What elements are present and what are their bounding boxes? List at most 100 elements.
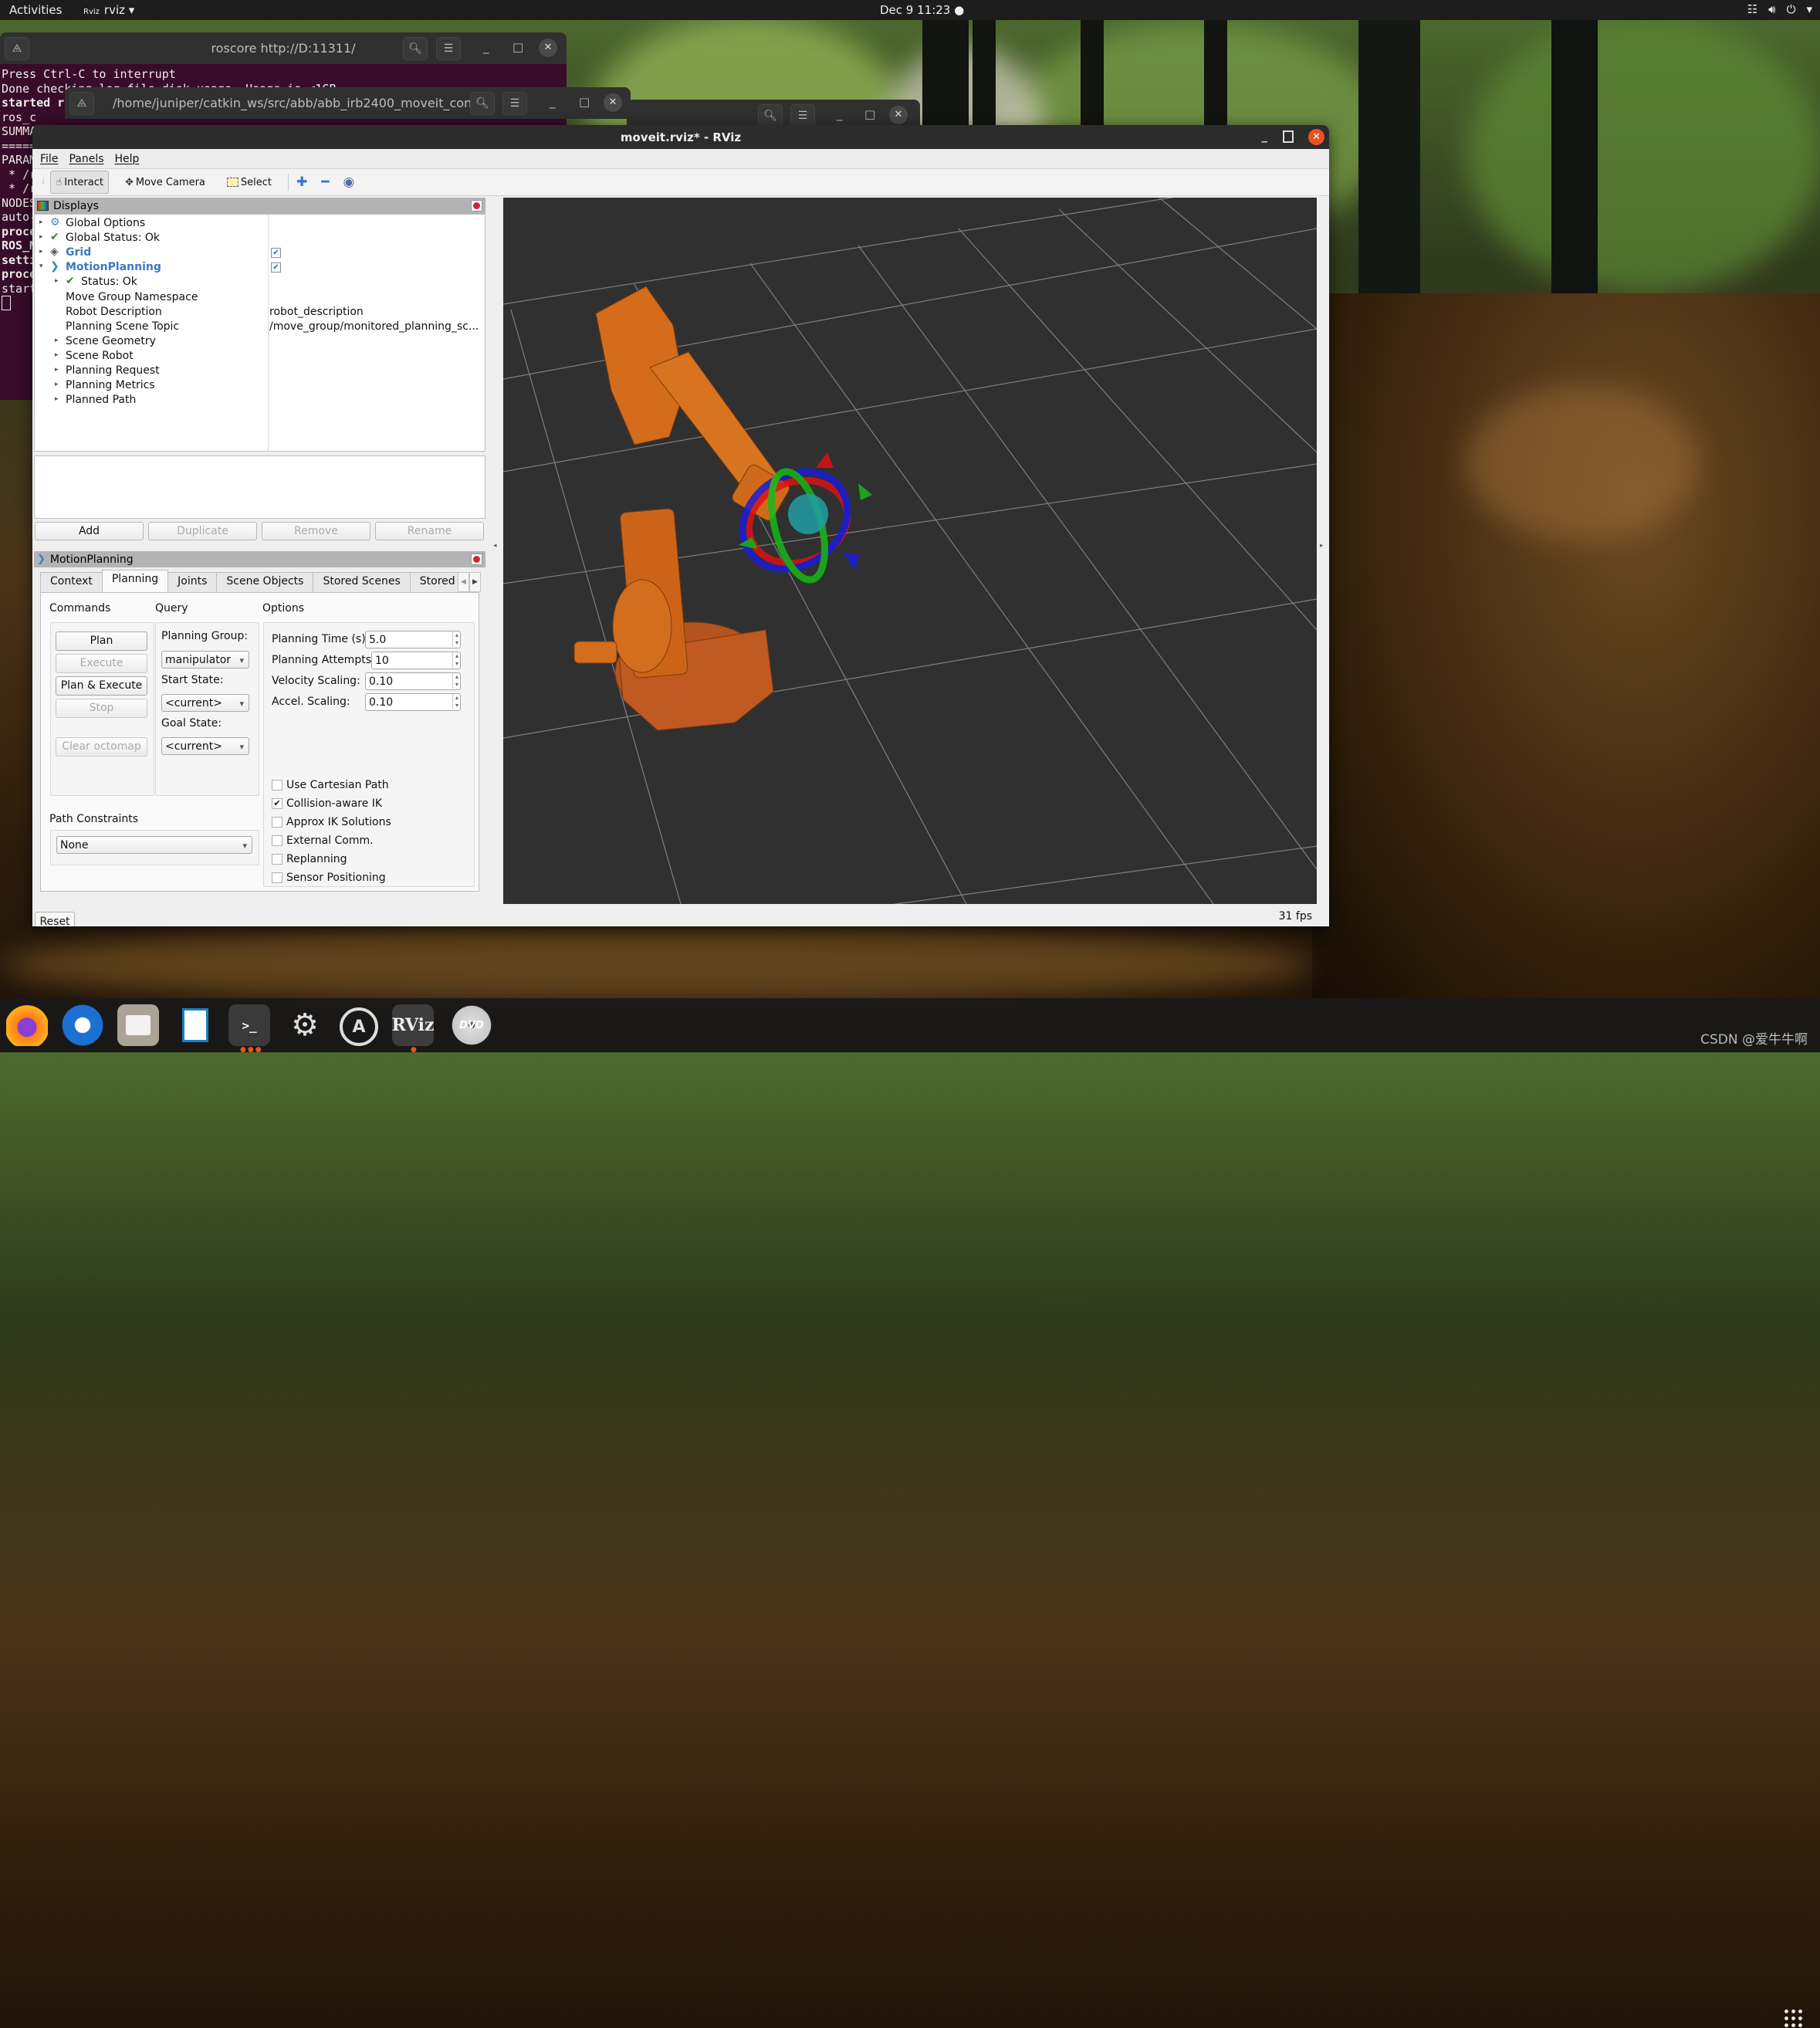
plan-button[interactable]: Plan [56,631,147,651]
use-cartesian-path-checkbox[interactable]: Use Cartesian Path [272,778,389,792]
terminal-titlebar[interactable]: ⨹ /home/juniper/catkin_ws/src/abb/abb_ir… [65,87,631,119]
display-value[interactable]: /move_group/monitored_planning_sc... [269,320,479,333]
show-applications-icon[interactable] [1783,2008,1803,2028]
display-row-grid[interactable]: ▸ ◈ Grid ✔ [35,245,485,260]
display-row-scene-robot[interactable]: ▸ Scene Robot [35,349,485,364]
network-icon[interactable]: ☷ [1747,2,1757,16]
tab-planning[interactable]: Planning [101,570,169,592]
close-icon[interactable]: ✕ [1308,129,1324,145]
files-icon[interactable] [117,1004,159,1046]
sensor-positioning-checkbox[interactable]: Sensor Positioning [272,871,386,885]
minimize-icon[interactable]: _ [1262,129,1268,143]
volume-icon[interactable]: 🔊︎ [1768,2,1775,16]
new-tab-icon[interactable]: ⨹ [69,92,94,115]
3d-viewport[interactable] [503,198,1317,904]
add-tool-icon[interactable]: ✚ [296,174,307,190]
tool-interact[interactable]: ☝ Interact [50,171,109,194]
focus-camera-icon[interactable]: ◉ [343,174,355,190]
menu-help[interactable]: Help [115,153,140,165]
accel-scaling-input[interactable]: 0.10 [365,693,461,711]
maximize-icon[interactable] [1283,130,1294,143]
add-button[interactable]: Add [35,522,144,540]
checkbox-box[interactable] [272,854,282,865]
remove-button[interactable]: Remove [262,522,370,540]
display-value[interactable]: robot_description [269,306,364,318]
displays-tree[interactable]: ▸ ⚙ Global Options ▸ ✔ Global Status: Ok ▸ ◈ Gri… [34,214,485,452]
planning-group-select[interactable]: manipulator [161,651,249,669]
checkbox-box[interactable] [272,817,282,828]
motionplanning-panel-header[interactable]: ❯ MotionPlanning [34,551,485,567]
clock[interactable]: Dec 9 11:23 ● [880,3,964,17]
display-row-move-group-namespace[interactable]: Move Group Namespace [35,290,485,305]
start-state-select[interactable]: <current> [161,694,249,713]
checkbox-box[interactable] [272,780,282,791]
display-row-planned-path[interactable]: ▸ Planned Path [35,393,485,408]
expand-arrow-icon[interactable]: ▸ [39,218,43,226]
close-panel-icon[interactable] [471,200,482,212]
dvd-icon[interactable]: DVD [451,1004,492,1046]
execute-button[interactable]: Execute [56,654,147,673]
tab-context[interactable]: Context [40,572,103,592]
display-enabled-checkbox[interactable]: ✔ [271,248,281,259]
search-icon[interactable]: 🔍︎ [403,37,428,60]
minimize-icon[interactable]: _ [483,40,489,54]
stop-button[interactable]: Stop [56,699,147,718]
expand-arrow-icon[interactable]: ▸ [55,277,59,285]
thunderbird-icon[interactable] [62,1004,103,1046]
planning-attempts-input[interactable]: 10 [371,652,461,669]
hamburger-menu-icon[interactable]: ☰ [502,92,527,115]
app-menu[interactable]: Rviz rviz ▾ [83,3,134,17]
reset-button[interactable]: Reset [35,912,75,926]
approx-ik-checkbox[interactable]: Approx IK Solutions [272,815,391,829]
expand-arrow-icon[interactable]: ▸ [39,233,43,241]
expand-arrow-icon[interactable]: ▸ [55,337,59,344]
tab-scroll-right-icon[interactable]: ▶ [469,572,481,592]
checkbox-box[interactable] [272,872,282,883]
close-icon[interactable]: ✕ [539,39,557,57]
checkbox-box[interactable] [272,835,282,846]
terminal-titlebar[interactable]: ⨹ roscore http://D:11311/ 🔍︎ ☰ _ □ ✕ [0,32,567,64]
hamburger-menu-icon[interactable]: ☰ [790,104,815,127]
system-tray[interactable]: ☷ 🔊︎ ⏻ ▾ [1747,2,1812,16]
tool-move-camera[interactable]: ✥ Move Camera [120,171,211,194]
close-icon[interactable]: ✕ [604,93,622,112]
display-row-global-options[interactable]: ▸ ⚙ Global Options [35,216,485,231]
close-panel-icon[interactable] [471,554,482,565]
hamburger-menu-icon[interactable]: ☰ [436,37,461,60]
plan-and-execute-button[interactable]: Plan & Execute [56,676,147,696]
replanning-checkbox[interactable]: Replanning [272,852,347,866]
display-row-planning-metrics[interactable]: ▸ Planning Metrics [35,378,485,393]
duplicate-button[interactable]: Duplicate [148,522,257,540]
path-constraints-select[interactable]: None [56,836,252,855]
expand-arrow-icon[interactable]: ▸ [55,351,59,359]
rviz-titlebar[interactable]: moveit.rviz* - RViz _ ✕ [32,125,1329,149]
tab-joints[interactable]: Joints [167,572,218,592]
tray-menu-icon[interactable]: ▾ [1806,2,1812,16]
velocity-scaling-input[interactable]: 0.10 [365,672,461,690]
collapse-arrow-icon[interactable]: ▾ [39,262,43,270]
display-row-planning-request[interactable]: ▸ Planning Request [35,364,485,378]
collapse-right-dock-icon[interactable]: ▸ [1320,542,1324,550]
minimize-icon[interactable]: _ [837,107,843,121]
display-row-global-status-ok[interactable]: ▸ ✔ Global Status: Ok [35,231,485,245]
search-icon[interactable]: 🔍︎ [470,92,495,115]
clear-octomap-button[interactable]: Clear octomap [56,737,147,757]
rename-button[interactable]: Rename [375,522,484,540]
collision-aware-ik-checkbox[interactable]: ✔ Collision-aware IK [272,797,382,811]
settings-icon[interactable]: ⚙ [284,1004,326,1046]
display-row-robot-description[interactable]: Robot Description robot_description [35,305,485,320]
minimize-icon[interactable]: _ [550,95,556,109]
search-icon[interactable]: 🔍︎ [758,104,783,127]
collapse-left-dock-icon[interactable]: ◂ [493,542,497,550]
remove-tool-icon[interactable]: ━ [321,174,329,190]
terminal-icon[interactable]: >_ [228,1004,270,1046]
firefox-icon[interactable] [6,1004,48,1046]
expand-arrow-icon[interactable]: ▸ [55,381,59,388]
display-row-planning-scene-topic[interactable]: Planning Scene Topic/move_group/monitore… [35,320,485,334]
display-row-scene-geometry[interactable]: ▸ Scene Geometry [35,334,485,349]
close-icon[interactable]: ✕ [889,106,908,124]
checkbox-box[interactable]: ✔ [272,798,282,809]
display-row-status-ok[interactable]: ▸ ✔ Status: Ok [35,275,485,289]
expand-arrow-icon[interactable]: ▸ [39,248,43,256]
tab-scroll-left-icon[interactable]: ◀ [458,572,469,592]
